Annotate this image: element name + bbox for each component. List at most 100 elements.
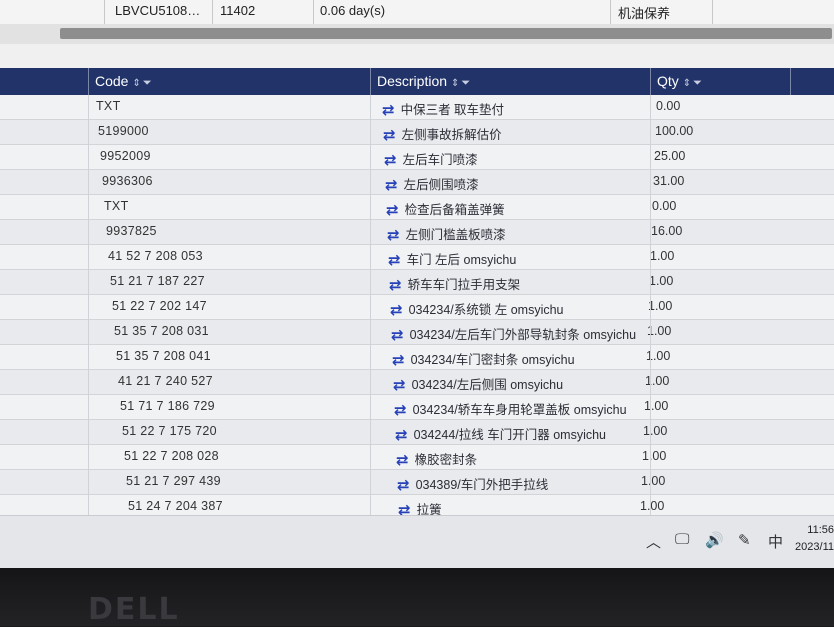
description-text: 橡胶密封条: [414, 453, 478, 467]
column-divider: [650, 95, 651, 525]
horizontal-scrollbar[interactable]: [0, 24, 834, 44]
scrollbar-thumb[interactable]: [60, 28, 832, 39]
description-text: 034234/系统锁 左 omsyichu: [408, 303, 564, 317]
table-row[interactable]: 41 21 7 240 527 ⇄ 034234/左后侧围 omsyichu 1.00: [0, 370, 834, 395]
sort-icon[interactable]: ⇕: [132, 78, 140, 89]
cell-code: 9936306: [102, 174, 153, 188]
table-row[interactable]: 51 35 7 208 031 ⇄ 034234/左后车门外部导轨封条 omsyic…: [0, 320, 834, 345]
swap-arrows-icon[interactable]: ⇄: [396, 453, 409, 468]
cell-description: ⇄ 车门 左后 omsyichu: [388, 249, 516, 268]
swap-arrows-icon[interactable]: ⇄: [392, 353, 405, 368]
volume-icon[interactable]: 🔊: [705, 531, 724, 549]
prev-row-vin: LBVCU5108…: [115, 3, 201, 18]
description-text: 左后车门喷漆: [402, 153, 478, 167]
column-header-code[interactable]: Code ⇕ ⏷: [88, 68, 370, 95]
cell-description: ⇄ 左后车门喷漆: [384, 149, 478, 168]
description-text: 检查后备箱盖弹簧: [404, 203, 505, 217]
ime-indicator[interactable]: 中: [768, 531, 783, 552]
chevron-up-icon[interactable]: ︿: [646, 531, 661, 552]
column-divider: [212, 0, 213, 24]
cell-qty: 1.00: [649, 274, 674, 288]
sort-icon[interactable]: ⇕: [451, 78, 459, 89]
cell-code: 51 22 7 202 147: [112, 299, 207, 313]
table-row[interactable]: 51 35 7 208 041 ⇄ 034234/车门密封条 omsyichu 1.0…: [0, 345, 834, 370]
column-divider: [712, 0, 713, 24]
table-row[interactable]: TXT ⇄ 中保三者 取车垫付 0.00: [0, 95, 834, 120]
cell-qty: 1.00: [645, 374, 670, 388]
cell-qty: 1.00: [648, 299, 673, 313]
table-row[interactable]: TXT ⇄ 检查后备箱盖弹簧 0.00: [0, 195, 834, 220]
previous-table-row[interactable]: LBVCU5108… 11402 0.06 day(s) 机油保养: [0, 0, 834, 25]
table-row[interactable]: 41 52 7 208 053 ⇄ 车门 左后 omsyichu 1.00: [0, 245, 834, 270]
swap-arrows-icon[interactable]: ⇄: [388, 253, 401, 268]
cell-code: 51 22 7 175 720: [122, 424, 217, 438]
description-text: 034234/车门密封条 omsyichu: [410, 353, 575, 367]
column-header-label: Description: [377, 73, 448, 89]
column-divider: [313, 0, 314, 24]
cell-description: ⇄ 034234/轿车车身用轮罩盖板 omsyichu: [394, 399, 627, 418]
table-row[interactable]: 9952009 ⇄ 左后车门喷漆 25.00: [0, 145, 834, 170]
table-row[interactable]: 5199000 ⇄ 左侧事故拆解估价 100.00: [0, 120, 834, 145]
cell-description: ⇄ 轿车车门拉手用支架: [389, 274, 520, 293]
table-row[interactable]: 51 22 7 208 028 ⇄ 橡胶密封条 1.00: [0, 445, 834, 470]
taskbar: ︿ 🖵 🔊 ✎ 中 11:56 2023/11: [0, 515, 834, 568]
swap-arrows-icon[interactable]: ⇄: [393, 378, 406, 393]
swap-arrows-icon[interactable]: ⇄: [384, 153, 397, 168]
sort-icon[interactable]: ⇕: [683, 78, 691, 89]
cell-code: 51 35 7 208 031: [114, 324, 209, 338]
description-text: 车门 左后 omsyichu: [406, 253, 517, 267]
swap-arrows-icon[interactable]: ⇄: [391, 328, 404, 343]
description-text: 034244/拉线 车门开门器 omsyichu: [413, 428, 607, 442]
cell-description: ⇄ 橡胶密封条: [396, 449, 477, 468]
filter-icon[interactable]: ⏷: [693, 77, 702, 89]
cell-code: 51 22 7 208 028: [124, 449, 219, 463]
cell-qty: 1.00: [642, 449, 667, 463]
cell-qty: 25.00: [654, 149, 686, 163]
cell-code: TXT: [104, 199, 129, 213]
swap-arrows-icon[interactable]: ⇄: [394, 403, 407, 418]
table-row[interactable]: 51 21 7 187 227 ⇄ 轿车车门拉手用支架 1.00: [0, 270, 834, 295]
monitor-logo: DELL: [88, 592, 180, 627]
cell-code: TXT: [96, 99, 121, 113]
cell-code: 51 35 7 208 041: [116, 349, 211, 363]
prev-row-service: 机油保养: [618, 6, 671, 21]
table-row[interactable]: 9937825 ⇄ 左侧门槛盖板喷漆 16.00: [0, 220, 834, 245]
cell-description: ⇄ 034234/左后侧围 omsyichu: [393, 374, 563, 393]
table-row[interactable]: 51 21 7 297 439 ⇄ 034389/车门外把手拉线 1.00: [0, 470, 834, 495]
cell-code: 51 24 7 204 387: [128, 499, 223, 513]
table-row[interactable]: 9936306 ⇄ 左后侧围喷漆 31.00: [0, 170, 834, 195]
swap-arrows-icon[interactable]: ⇄: [385, 178, 398, 193]
cell-description: ⇄ 034389/车门外把手拉线: [397, 474, 548, 493]
table-row[interactable]: 51 22 7 202 147 ⇄ 034234/系统锁 左 omsyichu 1.0…: [0, 295, 834, 320]
pen-icon[interactable]: ✎: [738, 531, 751, 549]
cell-qty: 1.00: [644, 399, 669, 413]
column-divider: [610, 0, 611, 24]
cell-code: 51 21 7 187 227: [110, 274, 205, 288]
cell-qty: 0.00: [656, 99, 681, 113]
filter-icon[interactable]: ⏷: [461, 77, 470, 89]
cell-code: 51 71 7 186 729: [120, 399, 215, 413]
swap-arrows-icon[interactable]: ⇄: [395, 428, 408, 443]
swap-arrows-icon[interactable]: ⇄: [390, 303, 403, 318]
column-header-description[interactable]: Description ⇕ ⏷: [370, 68, 650, 95]
swap-arrows-icon[interactable]: ⇄: [389, 278, 402, 293]
table-row[interactable]: 51 22 7 175 720 ⇄ 034244/拉线 车门开门器 omsyichu…: [0, 420, 834, 445]
swap-arrows-icon[interactable]: ⇄: [387, 228, 400, 243]
prev-row-number: 11402: [220, 3, 256, 18]
filter-icon[interactable]: ⏷: [143, 77, 152, 89]
swap-arrows-icon[interactable]: ⇄: [397, 478, 410, 493]
column-header-qty[interactable]: Qty ⇕ ⏷: [650, 68, 790, 95]
cell-code: 51 21 7 297 439: [126, 474, 221, 488]
swap-arrows-icon[interactable]: ⇄: [383, 128, 396, 143]
description-text: 轿车车门拉手用支架: [407, 278, 521, 292]
network-icon[interactable]: 🖵: [675, 531, 689, 548]
table-header: Code ⇕ ⏷ Description ⇕ ⏷ Qty ⇕ ⏷: [0, 68, 834, 95]
swap-arrows-icon[interactable]: ⇄: [386, 203, 399, 218]
cell-qty: 1.00: [641, 474, 666, 488]
column-divider: [104, 0, 105, 24]
taskbar-clock[interactable]: 11:56 2023/11: [792, 522, 834, 556]
table-row[interactable]: 51 71 7 186 729 ⇄ 034234/轿车车身用轮罩盖板 omsyich…: [0, 395, 834, 420]
table-body: TXT ⇄ 中保三者 取车垫付 0.00 5199000 ⇄ 左侧事故拆解估价 100.00 9…: [0, 95, 834, 525]
swap-arrows-icon[interactable]: ⇄: [382, 103, 395, 118]
column-header-label: Qty: [657, 73, 679, 89]
